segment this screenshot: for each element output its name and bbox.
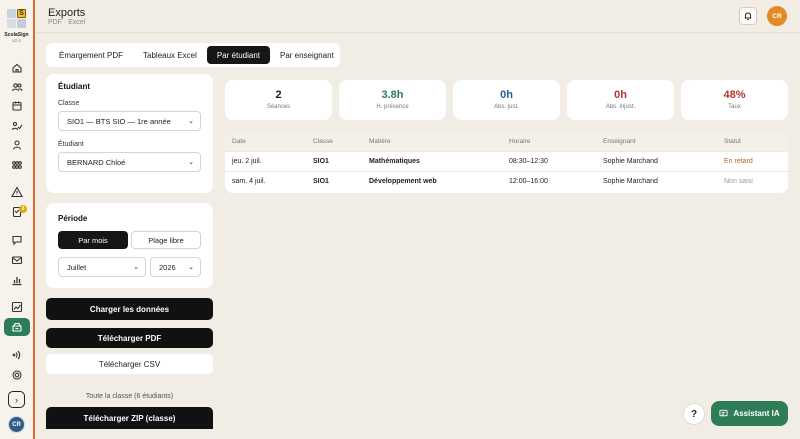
stat-value: 0h	[614, 89, 627, 101]
bell-icon	[744, 12, 752, 20]
col-header-enseignant: Enseignant	[603, 138, 636, 145]
cell-matiere: Développement web	[369, 178, 437, 185]
tab-tableaux-excel[interactable]: Tableaux Excel	[133, 46, 207, 64]
period-panel: Période Par mois Plage libre Juillet ⌄ 2…	[46, 203, 213, 288]
status-badge: Non saisi	[724, 178, 753, 185]
status-badge: En retard	[724, 158, 753, 165]
student-select-value: BERNARD Chloé	[67, 157, 126, 167]
tab-emargement-pdf[interactable]: Émargement PDF	[49, 46, 133, 64]
cell-classe: SIO1	[313, 158, 329, 165]
app-version: v2.4	[12, 38, 21, 43]
cell-matiere: Mathématiques	[369, 158, 420, 165]
cell-date: jeu. 2 juil.	[232, 158, 262, 165]
stat-label: Séances	[266, 104, 291, 110]
export-tabs: Émargement PDF Tableaux Excel Par étudia…	[46, 43, 340, 67]
cell-horaire: 12:00–16:00	[509, 178, 548, 185]
sidebar: S ScolaSign v2.4 3 › CR	[0, 0, 35, 439]
settings-icon[interactable]	[10, 368, 24, 382]
class-select[interactable]: SIO1 — BTS SIO — 1re année ⌄	[58, 111, 201, 131]
page-title: Exports	[48, 7, 86, 19]
table-row[interactable]: sam. 4 juil. SIO1 Développement web 12:0…	[225, 171, 788, 191]
col-header-date: Date	[232, 138, 246, 145]
stat-value: 48%	[723, 89, 746, 101]
signature-icon[interactable]	[10, 119, 24, 133]
assistant-ia-button[interactable]: Assistant IA	[711, 401, 788, 426]
stat-label: Abs. just.	[494, 104, 519, 110]
chevron-right-icon: ›	[15, 394, 18, 405]
download-zip-button[interactable]: Télécharger ZIP (classe)	[46, 407, 213, 429]
table-row[interactable]: jeu. 2 juil. SIO1 Mathématiques 08:30–12…	[225, 151, 788, 171]
student-select[interactable]: BERNARD Chloé ⌄	[58, 152, 201, 172]
period-panel-title: Période	[58, 214, 88, 223]
app-logo: S	[7, 9, 27, 29]
notification-badge: 3	[19, 205, 27, 213]
user-avatar[interactable]: CR	[767, 6, 787, 26]
notifications-button[interactable]	[739, 7, 757, 25]
class-select-value: SIO1 — BTS SIO — 1re année	[67, 116, 171, 126]
stat-card-seances: 2 Séances	[225, 80, 332, 120]
tab-par-enseignant[interactable]: Par enseignant	[270, 46, 344, 64]
download-csv-button[interactable]: Télécharger CSV	[46, 354, 213, 374]
col-header-classe: Classe	[313, 138, 333, 145]
mode-range-button[interactable]: Plage libre	[131, 231, 201, 249]
chat-icon	[719, 409, 728, 417]
year-select[interactable]: 2026 ⌄	[150, 257, 201, 277]
users-icon[interactable]	[10, 80, 24, 94]
alert-icon[interactable]	[10, 185, 24, 199]
mode-month-button[interactable]: Par mois	[58, 231, 128, 249]
cell-horaire: 08:30–12:30	[509, 158, 548, 165]
col-header-horaire: Horaire	[509, 138, 531, 145]
home-icon[interactable]	[10, 61, 24, 75]
student-label: Étudiant	[58, 141, 84, 148]
nfc-icon[interactable]	[10, 348, 24, 362]
expand-sidebar-button[interactable]: ›	[8, 391, 25, 408]
chevron-down-icon: ⌄	[133, 264, 139, 271]
class-label: Classe	[58, 100, 80, 107]
month-select[interactable]: Juillet ⌄	[58, 257, 146, 277]
sidebar-avatar[interactable]: CR	[8, 416, 25, 433]
table-header: Date Classe Matière Horaire Enseignant S…	[225, 133, 788, 151]
breadcrumb: PDF · Excel	[48, 19, 86, 26]
cell-date: sam. 4 juil.	[232, 178, 266, 185]
assistant-label: Assistant IA	[733, 409, 780, 418]
stat-value: 2	[275, 89, 282, 101]
groups-icon[interactable]	[10, 158, 24, 172]
calendar-icon[interactable]	[10, 99, 24, 113]
help-button[interactable]: ?	[683, 403, 705, 425]
month-select-value: Juillet	[67, 262, 87, 272]
download-pdf-button[interactable]: Télécharger PDF	[46, 328, 213, 348]
col-header-matiere: Matière	[369, 138, 391, 145]
stat-card-abs-just: 0h Abs. just.	[453, 80, 560, 120]
chat-icon[interactable]	[10, 233, 24, 247]
stat-card-taux: 48% Taux	[681, 80, 788, 120]
year-select-value: 2026	[159, 262, 176, 272]
stat-card-abs-injust: 0h Abs. injust.	[567, 80, 674, 120]
cell-classe: SIO1	[313, 178, 329, 185]
stat-card-presence: 3.8h H. présence	[339, 80, 446, 120]
stat-label: H. présence	[376, 104, 409, 110]
chevron-down-icon: ⌄	[188, 264, 194, 271]
sessions-table: Date Classe Matière Horaire Enseignant S…	[225, 133, 788, 193]
stat-value: 3.8h	[381, 89, 404, 101]
user-icon[interactable]	[10, 138, 24, 152]
chevron-down-icon: ⌄	[188, 159, 194, 166]
mail-icon[interactable]	[10, 253, 24, 267]
class-scope-note: Toute la classe (6 étudiants)	[85, 393, 174, 400]
bar-chart-icon[interactable]	[10, 273, 24, 287]
load-data-button[interactable]: Charger les données	[46, 298, 213, 320]
cell-enseignant: Sophie Marchand	[603, 178, 658, 185]
stat-label: Abs. injust.	[605, 104, 636, 110]
chevron-down-icon: ⌄	[188, 118, 194, 125]
top-header: Exports PDF · Excel CR	[36, 0, 800, 33]
col-header-statut: Statut	[724, 138, 741, 145]
student-panel: Étudiant Classe SIO1 — BTS SIO — 1re ann…	[46, 74, 213, 193]
stat-value: 0h	[500, 89, 513, 101]
tab-par-etudiant[interactable]: Par étudiant	[206, 46, 270, 64]
stat-label: Taux	[728, 104, 741, 110]
student-panel-title: Étudiant	[58, 82, 90, 91]
export-icon[interactable]	[4, 318, 30, 336]
cell-enseignant: Sophie Marchand	[603, 158, 658, 165]
trend-icon[interactable]	[10, 300, 24, 314]
